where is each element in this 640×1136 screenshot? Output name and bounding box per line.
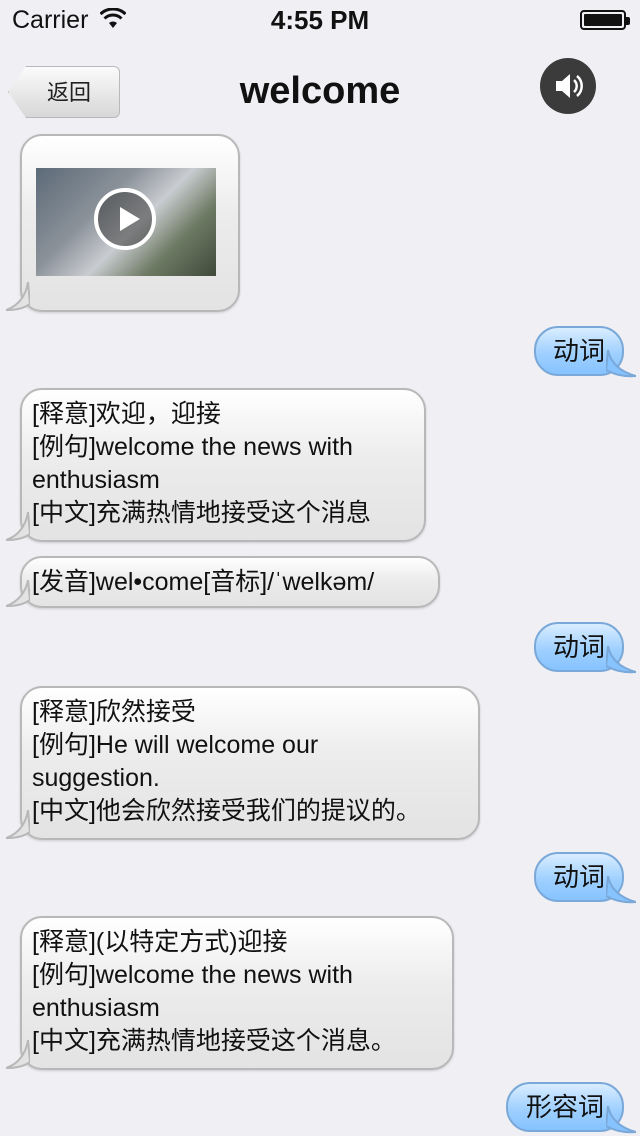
video-thumbnail[interactable] <box>36 168 216 276</box>
status-bar: Carrier 4:55 PM <box>0 0 640 40</box>
definition-bubble: [释意](以特定方式)迎接 [例句]welcome the news with … <box>20 916 454 1070</box>
example-line-continued: enthusiasm <box>32 994 160 1022</box>
example-line: [例句]welcome the news with <box>32 433 353 461</box>
definition-bubble: [释意]欣然接受 [例句]He will welcome our suggest… <box>20 686 480 840</box>
bubble-tail <box>606 876 636 904</box>
definition-line: [释意]欣然接受 <box>32 698 196 726</box>
translation-line: [中文]充满热情地接受这个消息。 <box>32 1027 396 1055</box>
play-icon[interactable] <box>94 188 156 250</box>
pronunciation-bubble: [发音]wel•come[音标]/ˈwelkəm/ <box>20 556 440 608</box>
example-line-continued: enthusiasm <box>32 466 160 494</box>
battery-icon <box>580 10 630 30</box>
definition-line: [释意]欢迎，迎接 <box>32 400 221 428</box>
bubble-tail <box>606 350 636 378</box>
bubble-tail <box>6 282 30 311</box>
example-line: [例句]He will welcome our <box>32 731 319 759</box>
speaker-icon <box>556 74 583 98</box>
definition-bubble: [释意]欢迎，迎接 [例句]welcome the news with enth… <box>20 388 426 542</box>
clock: 4:55 PM <box>270 5 370 35</box>
bubble-tail <box>606 1106 636 1134</box>
translation-line: [中文]他会欣然接受我们的提议的。 <box>32 797 421 825</box>
pronunciation-line: [发音]wel•come[音标]/ˈwelkəm/ <box>32 568 375 596</box>
bubble-tail <box>6 512 30 541</box>
definition-line: [释意](以特定方式)迎接 <box>32 928 288 956</box>
bubble-tail <box>606 646 636 674</box>
speaker-button[interactable] <box>540 58 596 114</box>
translation-line: [中文]充满热情地接受这个消息 <box>32 499 371 527</box>
example-line-continued: suggestion. <box>32 764 160 792</box>
example-line: [例句]welcome the news with <box>32 961 353 989</box>
bubble-tail <box>6 1040 30 1069</box>
navigation-bar: 返回 welcome <box>0 40 640 130</box>
bubble-tail <box>6 580 30 607</box>
bubble-tail <box>6 810 30 839</box>
